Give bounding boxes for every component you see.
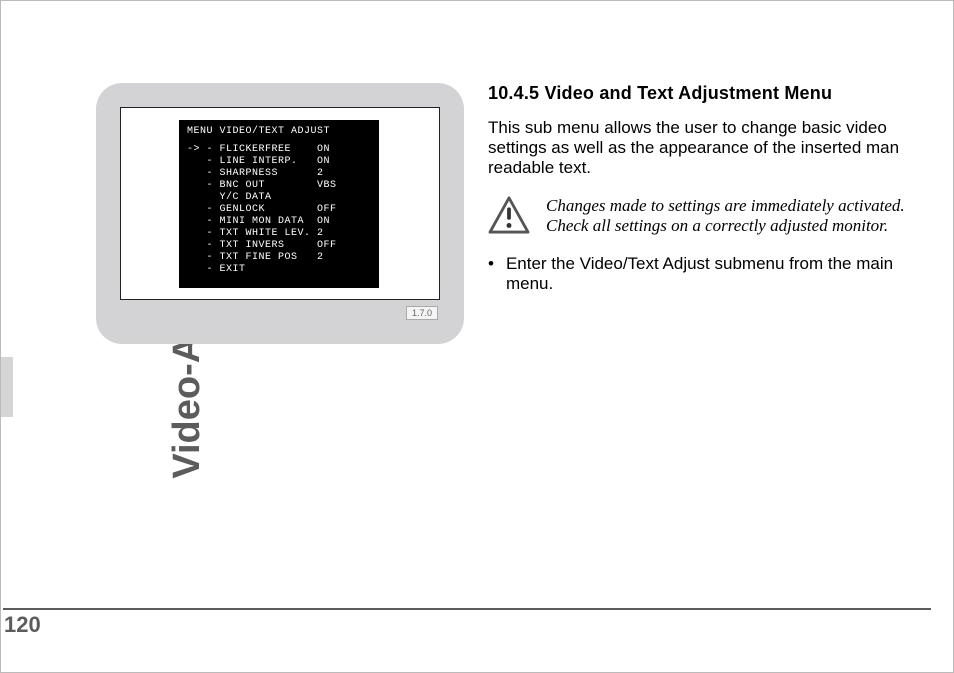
page-number: 120 (4, 612, 41, 638)
osd-line: - LINE INTERP. ON (187, 156, 371, 168)
intro-paragraph: This sub menu allows the user to change … (488, 118, 934, 178)
monitor-frame: MENU VIDEO/TEXT ADJUST -> - FLICKERFREE … (96, 83, 464, 344)
footer-rule (3, 608, 931, 610)
instruction-bullet: • Enter the Video/Text Adjust submenu fr… (488, 254, 934, 294)
monitor-version-badge: 1.7.0 (406, 306, 438, 320)
osd-line: -> - FLICKERFREE ON (187, 144, 371, 156)
osd-line: - EXIT (187, 264, 371, 276)
warning-text: Changes made to settings are immediately… (546, 196, 905, 236)
bullet-text: Enter the Video/Text Adjust submenu from… (506, 254, 934, 294)
warning-line-1: Changes made to settings are immediately… (546, 196, 905, 215)
osd-line: - TXT INVERS OFF (187, 240, 371, 252)
osd-menu-screen: MENU VIDEO/TEXT ADJUST -> - FLICKERFREE … (179, 120, 379, 288)
warning-line-2: Check all settings on a correctly adjust… (546, 216, 888, 235)
osd-title: MENU VIDEO/TEXT ADJUST (187, 126, 371, 138)
monitor-canvas: MENU VIDEO/TEXT ADJUST -> - FLICKERFREE … (120, 107, 440, 300)
osd-line: - TXT WHITE LEV. 2 (187, 228, 371, 240)
osd-line: - TXT FINE POS 2 (187, 252, 371, 264)
bullet-icon: • (488, 254, 494, 274)
osd-line: - GENLOCK OFF (187, 204, 371, 216)
osd-line: - MINI MON DATA ON (187, 216, 371, 228)
content-column: 10.4.5 Video and Text Adjustment Menu Th… (488, 83, 934, 294)
warning-note: Changes made to settings are immediately… (488, 196, 934, 236)
warning-icon (488, 196, 530, 234)
section-heading: 10.4.5 Video and Text Adjustment Menu (488, 83, 934, 104)
page: Video-Assist-System 120 MENU VIDEO/TEXT … (0, 0, 954, 673)
osd-line: Y/C DATA (187, 192, 371, 204)
side-tab-marker (1, 357, 13, 417)
osd-line: - SHARPNESS 2 (187, 168, 371, 180)
osd-line: - BNC OUT VBS (187, 180, 371, 192)
